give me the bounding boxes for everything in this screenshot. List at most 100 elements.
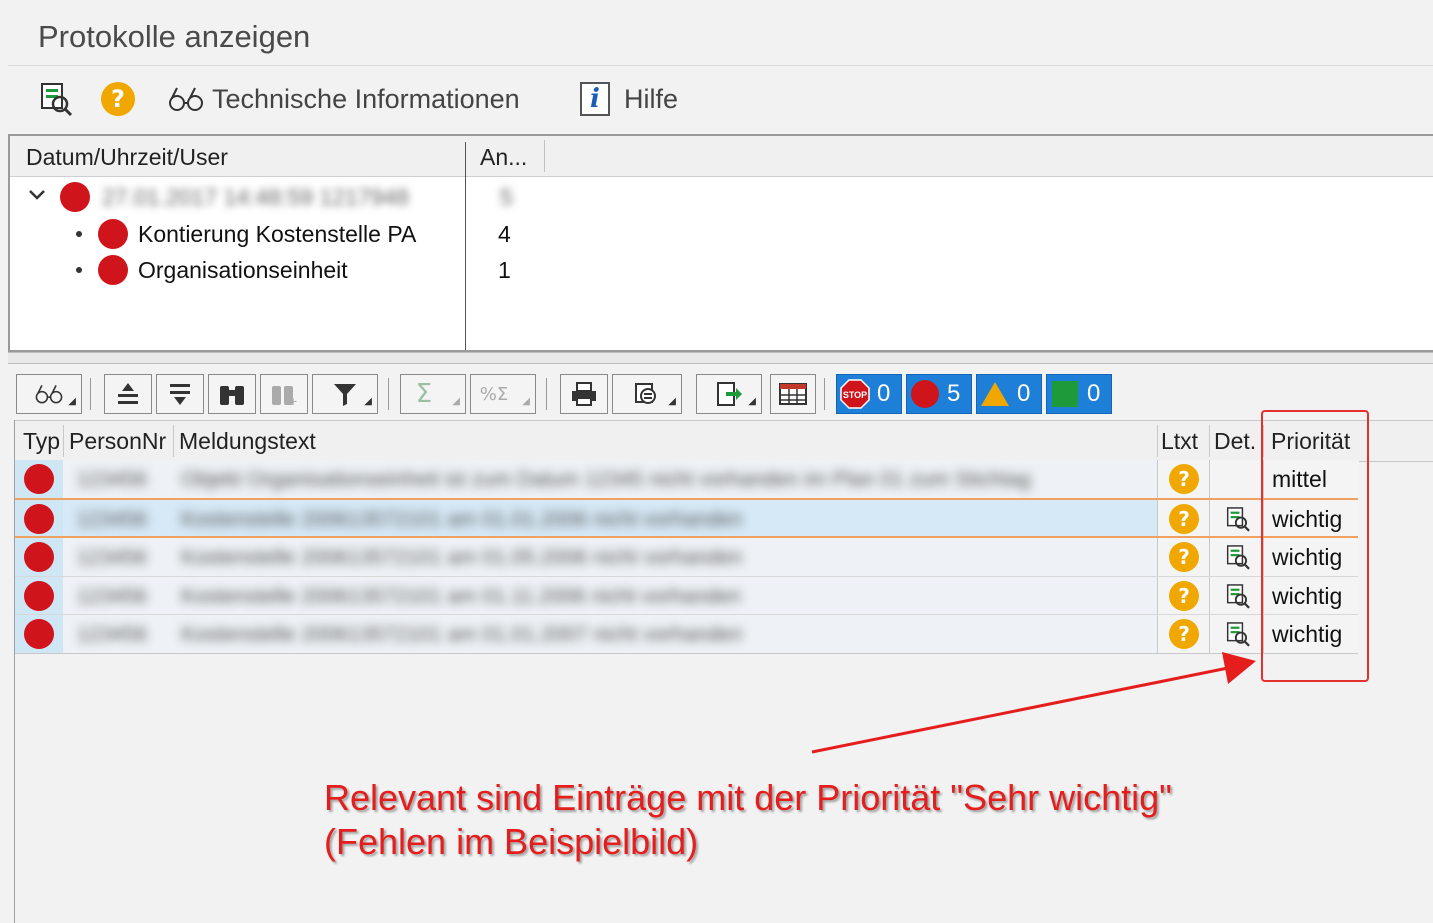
annotation-line-2: (Fehlen im Beispielbild) [324, 821, 699, 862]
error-status-icon [24, 619, 54, 649]
tree-item-count: 1 [498, 257, 511, 283]
cell-personnr: 123456 [63, 577, 173, 615]
warning-messages-filter[interactable]: 0 [976, 374, 1042, 414]
printer-icon [572, 382, 596, 406]
detail-magnifier-icon[interactable] [1224, 582, 1252, 610]
table-row[interactable]: 123456 Kostenstelle 200613572101 am 01.0… [15, 614, 1359, 654]
export-button[interactable]: ◢ [696, 374, 762, 414]
tree-column-count[interactable]: An... [480, 144, 527, 171]
error-messages-filter[interactable]: 5 [906, 374, 972, 414]
help-question-button[interactable]: ? [101, 80, 135, 118]
column-divider [1209, 425, 1210, 457]
cell-ltxt[interactable]: ? [1157, 460, 1210, 498]
log-details-button[interactable] [38, 80, 74, 118]
cell-typ [15, 500, 63, 538]
longtext-question-icon[interactable]: ? [1169, 542, 1199, 572]
cell-meldungstext: Kostenstelle 200613572101 am 01.01.2007 … [173, 615, 1157, 653]
binoculars-icon [220, 386, 244, 405]
success-messages-filter[interactable]: 0 [1046, 374, 1112, 414]
column-divider [1157, 425, 1158, 457]
views-button[interactable]: ◢ [612, 374, 682, 414]
stop-messages-filter[interactable]: STOP 0 [836, 374, 902, 414]
cell-ltxt[interactable]: ? [1157, 577, 1210, 615]
column-typ[interactable]: Typ [23, 428, 60, 455]
find-next-button[interactable]: + [260, 374, 308, 414]
application-toolbar: ? Technische Informationen i Hilfe [8, 66, 1433, 132]
error-status-icon [24, 504, 54, 534]
tree-item-organisationseinheit[interactable]: Organisationseinheit 1 [10, 252, 550, 288]
view-icon [635, 383, 656, 404]
tree-root-row[interactable]: 27.01.2017 14:48:59 1217948 5 [10, 178, 550, 214]
cell-ltxt[interactable]: ? [1157, 615, 1210, 653]
details-button[interactable]: ◢ [16, 374, 82, 414]
find-button[interactable] [208, 374, 256, 414]
sort-ascending-button[interactable] [104, 374, 152, 414]
tree-item-label: Organisationseinheit [138, 257, 348, 283]
cell-typ [15, 615, 63, 653]
cell-det[interactable] [1209, 538, 1264, 576]
cell-personnr: 123456 [63, 500, 173, 538]
subtotal-button[interactable]: %Σ ◢ [470, 374, 536, 414]
longtext-question-icon[interactable]: ? [1169, 619, 1199, 649]
tree-column-datetime[interactable]: Datum/Uhrzeit/User [26, 144, 228, 171]
table-row[interactable]: 123456 Objekt Organisationseinheit ist z… [15, 460, 1359, 498]
column-ltxt[interactable]: Ltxt [1161, 428, 1198, 455]
cell-meldungstext: Kostenstelle 200613572101 am 01.05.2006 … [173, 538, 1157, 576]
cell-ltxt[interactable]: ? [1157, 500, 1210, 538]
column-meldungstext[interactable]: Meldungstext [179, 428, 316, 455]
table-row[interactable]: 123456 Kostenstelle 200613572101 am 01.0… [15, 500, 1359, 538]
table-row[interactable]: 123456 Kostenstelle 200613572101 am 01.0… [15, 538, 1359, 576]
cell-personnr: 123456 [63, 460, 173, 498]
cell-personnr: 123456 [63, 615, 173, 653]
tree-header: Datum/Uhrzeit/User An... [10, 136, 1433, 177]
tree-bullet [76, 231, 82, 237]
sum-icon: Σ [415, 379, 433, 409]
warning-count: 0 [1017, 380, 1031, 407]
filter-button[interactable]: ◢ [312, 374, 378, 414]
svg-text:+: + [289, 393, 297, 408]
info-icon: i [580, 82, 610, 116]
detail-magnifier-icon[interactable] [1224, 505, 1252, 533]
longtext-question-icon[interactable]: ? [1169, 581, 1199, 611]
chevron-down-icon[interactable] [28, 188, 46, 202]
tree-item-kontierung[interactable]: Kontierung Kostenstelle PA 4 [10, 216, 550, 252]
table-layout-icon [779, 383, 807, 405]
longtext-question-icon[interactable]: ? [1169, 504, 1199, 534]
column-divider [173, 425, 174, 457]
tree-bullet [76, 267, 82, 273]
cell-typ [15, 577, 63, 615]
detail-magnifier-icon[interactable] [1224, 620, 1252, 648]
help-button[interactable]: i Hilfe [580, 80, 678, 118]
glasses-icon [35, 385, 63, 404]
cell-det[interactable] [1209, 577, 1264, 615]
longtext-question-icon[interactable]: ? [1169, 464, 1199, 494]
tree-root-count: 5 [500, 184, 513, 210]
cell-meldungstext: Objekt Organisationseinheit ist zum Datu… [173, 460, 1157, 498]
error-status-icon [98, 219, 128, 249]
grid-header: Typ PersonNr Meldungstext Ltxt Det. Prio… [15, 420, 1433, 462]
panel-splitter[interactable] [8, 352, 1433, 364]
success-count: 0 [1087, 380, 1101, 407]
cell-ltxt[interactable]: ? [1157, 538, 1210, 576]
table-row[interactable]: 123456 Kostenstelle 200613572101 am 01.1… [15, 576, 1359, 615]
error-icon [909, 378, 941, 410]
cell-det[interactable] [1209, 500, 1264, 538]
error-status-icon [24, 581, 54, 611]
column-det[interactable]: Det. [1214, 428, 1256, 455]
column-personnr[interactable]: PersonNr [69, 428, 166, 455]
cell-meldungstext: Kostenstelle 200613572101 am 01.01.2006 … [173, 500, 1157, 538]
page-title: Protokolle anzeigen [38, 19, 311, 54]
technical-info-button[interactable]: Technische Informationen [168, 80, 520, 118]
total-button[interactable]: Σ ◢ [400, 374, 466, 414]
detail-magnifier-icon[interactable] [1224, 543, 1252, 571]
error-status-icon [24, 542, 54, 572]
annotation-text: Relevant sind Einträge mit der Priorität… [324, 776, 1172, 864]
toolbar-separator [90, 378, 91, 410]
svg-text:STOP: STOP [843, 390, 867, 400]
toolbar-separator [546, 378, 547, 410]
print-button[interactable] [560, 374, 608, 414]
technical-info-label: Technische Informationen [212, 83, 520, 114]
cell-det[interactable] [1209, 615, 1264, 653]
sort-descending-button[interactable] [156, 374, 204, 414]
layout-button[interactable] [770, 374, 816, 414]
